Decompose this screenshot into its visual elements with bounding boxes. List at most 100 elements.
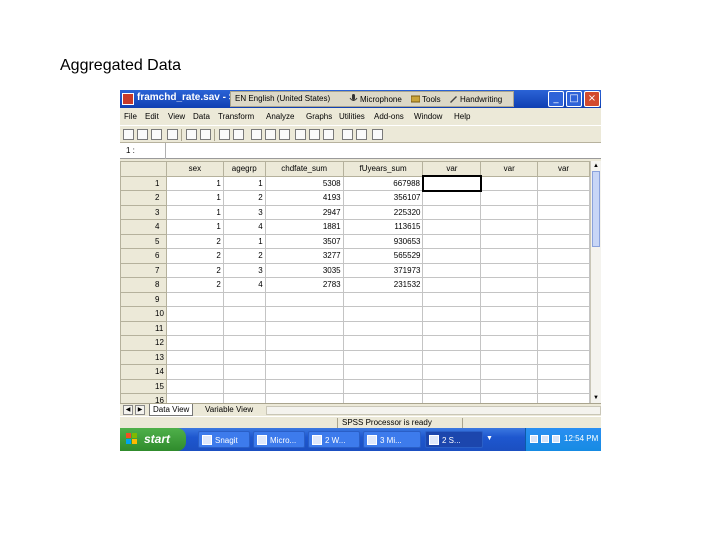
table-cell[interactable] xyxy=(342,335,424,351)
find-icon[interactable] xyxy=(251,129,262,140)
table-cell[interactable] xyxy=(264,349,344,365)
maximize-button[interactable]: □ xyxy=(566,91,582,107)
table-cell[interactable] xyxy=(165,320,224,336)
row-header[interactable]: 5 xyxy=(120,233,167,249)
table-cell[interactable] xyxy=(165,306,224,322)
table-cell[interactable] xyxy=(422,262,482,278)
table-cell[interactable] xyxy=(422,349,482,365)
column-header-agegrp[interactable]: agegrp xyxy=(222,161,266,177)
menu-view[interactable]: View xyxy=(168,112,185,121)
table-cell[interactable] xyxy=(222,306,266,322)
table-cell[interactable] xyxy=(222,320,266,336)
menu-graphs[interactable]: Graphs xyxy=(306,112,332,121)
table-cell[interactable] xyxy=(537,378,590,394)
column-header-sex[interactable]: sex xyxy=(165,161,224,177)
corner-cell[interactable] xyxy=(120,161,167,177)
table-cell[interactable] xyxy=(422,248,482,264)
table-cell[interactable] xyxy=(422,233,482,249)
row-header[interactable]: 6 xyxy=(120,248,167,264)
table-cell[interactable] xyxy=(165,291,224,307)
table-cell[interactable] xyxy=(422,378,482,394)
table-cell[interactable] xyxy=(537,364,590,380)
table-cell[interactable]: 113615 xyxy=(342,219,424,235)
table-cell[interactable]: 1 xyxy=(222,175,266,191)
table-cell[interactable] xyxy=(342,291,424,307)
table-cell[interactable] xyxy=(422,393,482,403)
table-cell[interactable]: 2 xyxy=(165,233,224,249)
table-cell[interactable] xyxy=(480,219,539,235)
taskbar-item-spss[interactable]: 2 S... xyxy=(425,431,483,448)
table-cell[interactable] xyxy=(480,204,539,220)
table-cell[interactable] xyxy=(537,393,590,403)
table-cell[interactable] xyxy=(537,219,590,235)
column-header-var[interactable]: var xyxy=(537,161,590,177)
variables-icon[interactable] xyxy=(233,129,244,140)
table-cell[interactable]: 3507 xyxy=(264,233,344,249)
table-cell[interactable]: 2 xyxy=(165,262,224,278)
row-header[interactable]: 2 xyxy=(120,190,167,206)
insert-cases-icon[interactable] xyxy=(265,129,276,140)
language-indicator[interactable]: EN English (United States) xyxy=(235,94,330,103)
table-cell[interactable]: 2 xyxy=(165,277,224,293)
spell-check-icon[interactable] xyxy=(372,129,383,140)
table-cell[interactable] xyxy=(264,320,344,336)
tab-data-view[interactable]: Data View xyxy=(149,404,194,416)
table-cell[interactable]: 2 xyxy=(222,248,266,264)
table-cell[interactable] xyxy=(264,364,344,380)
menu-addons[interactable]: Add-ons xyxy=(374,112,404,121)
table-cell[interactable] xyxy=(342,349,424,365)
row-header[interactable]: 13 xyxy=(120,349,167,365)
menu-edit[interactable]: Edit xyxy=(145,112,159,121)
scroll-down-arrow-icon[interactable]: ▼ xyxy=(591,393,601,403)
table-cell[interactable] xyxy=(422,204,482,220)
menu-help[interactable]: Help xyxy=(454,112,470,121)
table-cell[interactable] xyxy=(480,291,539,307)
menu-data[interactable]: Data xyxy=(193,112,210,121)
table-cell[interactable] xyxy=(537,291,590,307)
table-cell[interactable] xyxy=(480,335,539,351)
column-header-fuyears-sum[interactable]: fUyears_sum xyxy=(342,161,424,177)
table-cell[interactable] xyxy=(264,335,344,351)
table-cell[interactable]: 1881 xyxy=(264,219,344,235)
table-cell[interactable] xyxy=(480,349,539,365)
row-header[interactable]: 11 xyxy=(120,320,167,336)
row-header[interactable]: 4 xyxy=(120,219,167,235)
scroll-up-arrow-icon[interactable]: ▲ xyxy=(591,161,601,171)
table-cell[interactable] xyxy=(480,262,539,278)
menu-window[interactable]: Window xyxy=(414,112,442,121)
taskbar-item-word[interactable]: 2 W... xyxy=(308,431,360,448)
table-cell[interactable] xyxy=(480,233,539,249)
table-cell[interactable] xyxy=(422,364,482,380)
print-icon[interactable] xyxy=(151,129,162,140)
row-header[interactable]: 9 xyxy=(120,291,167,307)
menu-utilities[interactable]: Utilities xyxy=(339,112,365,121)
value-labels-icon[interactable] xyxy=(342,129,353,140)
table-cell[interactable] xyxy=(480,248,539,264)
table-cell[interactable] xyxy=(422,190,482,206)
table-cell[interactable]: 225320 xyxy=(342,204,424,220)
table-cell[interactable]: 1 xyxy=(165,204,224,220)
row-header[interactable]: 14 xyxy=(120,364,167,380)
table-cell[interactable]: 3 xyxy=(222,262,266,278)
table-cell[interactable] xyxy=(480,320,539,336)
vertical-scrollbar[interactable]: ▲ ▼ xyxy=(590,161,601,403)
table-cell[interactable] xyxy=(537,175,590,191)
row-header[interactable]: 3 xyxy=(120,204,167,220)
table-cell[interactable] xyxy=(421,175,482,192)
table-cell[interactable] xyxy=(537,306,590,322)
row-header[interactable]: 16 xyxy=(120,393,167,403)
table-cell[interactable] xyxy=(422,320,482,336)
title-bar[interactable]: framchd_rate.sav - S EN English (United … xyxy=(120,90,601,108)
handwriting-button[interactable]: Handwriting xyxy=(449,94,502,104)
table-cell[interactable] xyxy=(165,335,224,351)
microphone-button[interactable]: Microphone xyxy=(349,94,402,104)
table-cell[interactable] xyxy=(537,349,590,365)
column-header-var[interactable]: var xyxy=(480,161,539,177)
table-cell[interactable] xyxy=(480,190,539,206)
taskbar-item-snagit[interactable]: Snagit xyxy=(198,431,250,448)
table-cell[interactable] xyxy=(480,306,539,322)
table-cell[interactable]: 3 xyxy=(222,204,266,220)
table-cell[interactable]: 231532 xyxy=(342,277,424,293)
use-sets-icon[interactable] xyxy=(356,129,367,140)
table-cell[interactable] xyxy=(480,277,539,293)
